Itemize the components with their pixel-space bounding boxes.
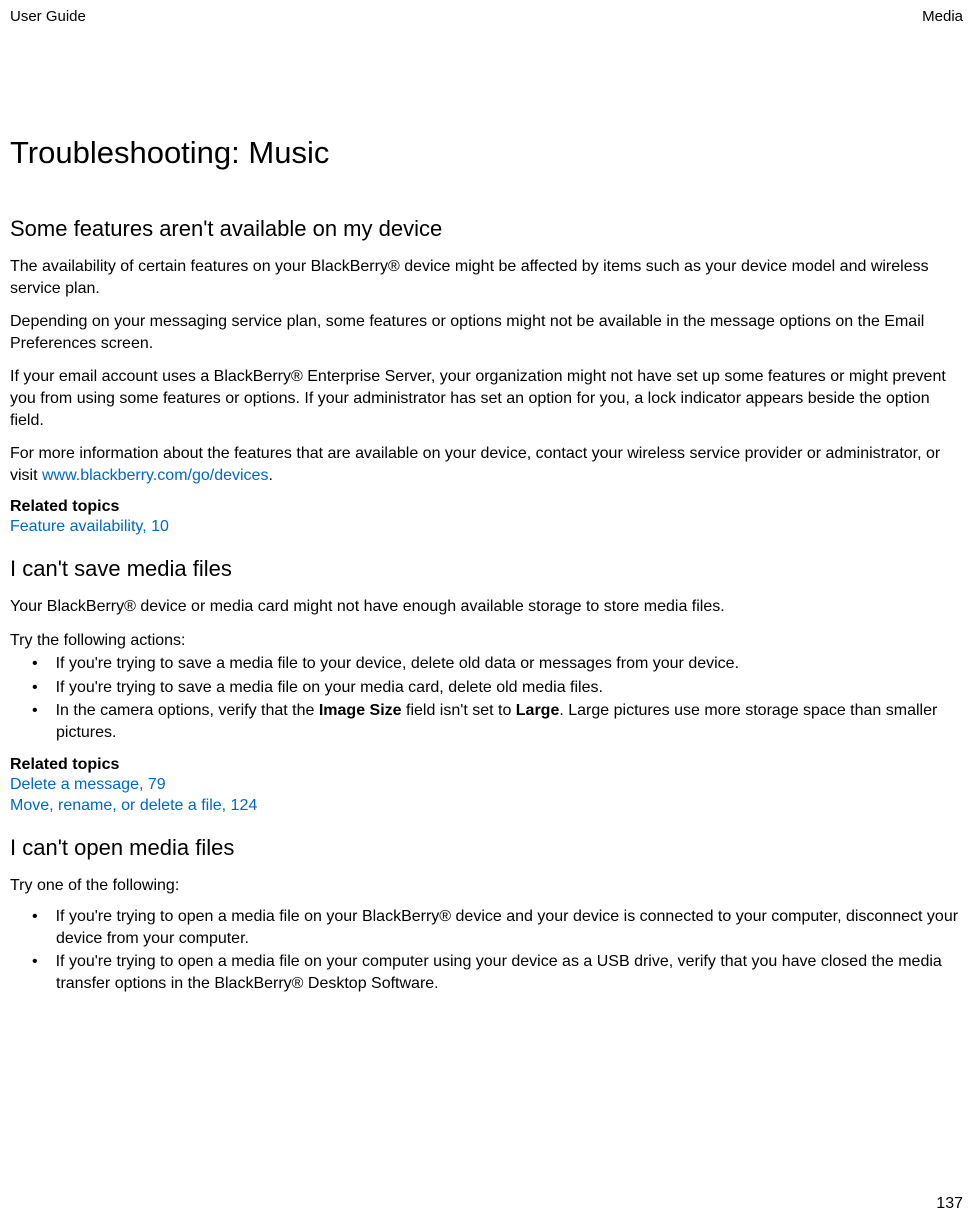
external-link[interactable]: www.blackberry.com/go/devices — [42, 467, 268, 484]
bullet-list: If you're trying to save a media file to… — [10, 653, 963, 743]
list-item: If you're trying to save a media file on… — [10, 677, 963, 699]
list-item: If you're trying to open a media file on… — [10, 951, 963, 994]
header-left-label: User Guide — [10, 8, 86, 25]
section-features-unavailable: Some features aren't available on my dev… — [10, 216, 963, 538]
related-topics-label: Related topics — [10, 756, 963, 774]
related-topics-block: Related topics Feature availability, 10 — [10, 498, 963, 538]
related-topic-link[interactable]: Feature availability, 10 — [10, 516, 963, 538]
paragraph: The availability of certain features on … — [10, 256, 963, 299]
section-heading: I can't save media files — [10, 556, 963, 582]
list-item: If you're trying to save a media file to… — [10, 653, 963, 675]
paragraph: If your email account uses a BlackBerry®… — [10, 366, 963, 431]
paragraph: For more information about the features … — [10, 443, 963, 486]
text-fragment: . — [268, 467, 272, 484]
paragraph: Try one of the following: — [10, 875, 963, 897]
section-cant-save-media: I can't save media files Your BlackBerry… — [10, 556, 963, 817]
paragraph: Depending on your messaging service plan… — [10, 311, 963, 354]
paragraph: Your BlackBerry® device or media card mi… — [10, 596, 963, 618]
page-number: 137 — [936, 1195, 963, 1212]
related-topic-link[interactable]: Move, rename, or delete a file, 124 — [10, 795, 963, 817]
related-topics-block: Related topics Delete a message, 79 Move… — [10, 756, 963, 817]
related-topics-label: Related topics — [10, 498, 963, 516]
page-content: Troubleshooting: Music Some features are… — [0, 25, 973, 995]
text-fragment: In the camera options, verify that the — [56, 702, 319, 719]
header-right-label: Media — [922, 8, 963, 25]
paragraph: Try the following actions: — [10, 630, 963, 652]
list-item: In the camera options, verify that the I… — [10, 700, 963, 743]
bold-text: Image Size — [319, 702, 402, 719]
section-heading: I can't open media files — [10, 835, 963, 861]
page-title: Troubleshooting: Music — [10, 135, 963, 171]
page-footer: 137 — [936, 1195, 963, 1213]
bullet-list: If you're trying to open a media file on… — [10, 906, 963, 994]
related-topic-link[interactable]: Delete a message, 79 — [10, 774, 963, 796]
list-item: If you're trying to open a media file on… — [10, 906, 963, 949]
text-fragment: field isn't set to — [402, 702, 516, 719]
section-heading: Some features aren't available on my dev… — [10, 216, 963, 242]
page-header: User Guide Media — [0, 0, 973, 25]
bold-text: Large — [516, 702, 560, 719]
section-cant-open-media: I can't open media files Try one of the … — [10, 835, 963, 995]
